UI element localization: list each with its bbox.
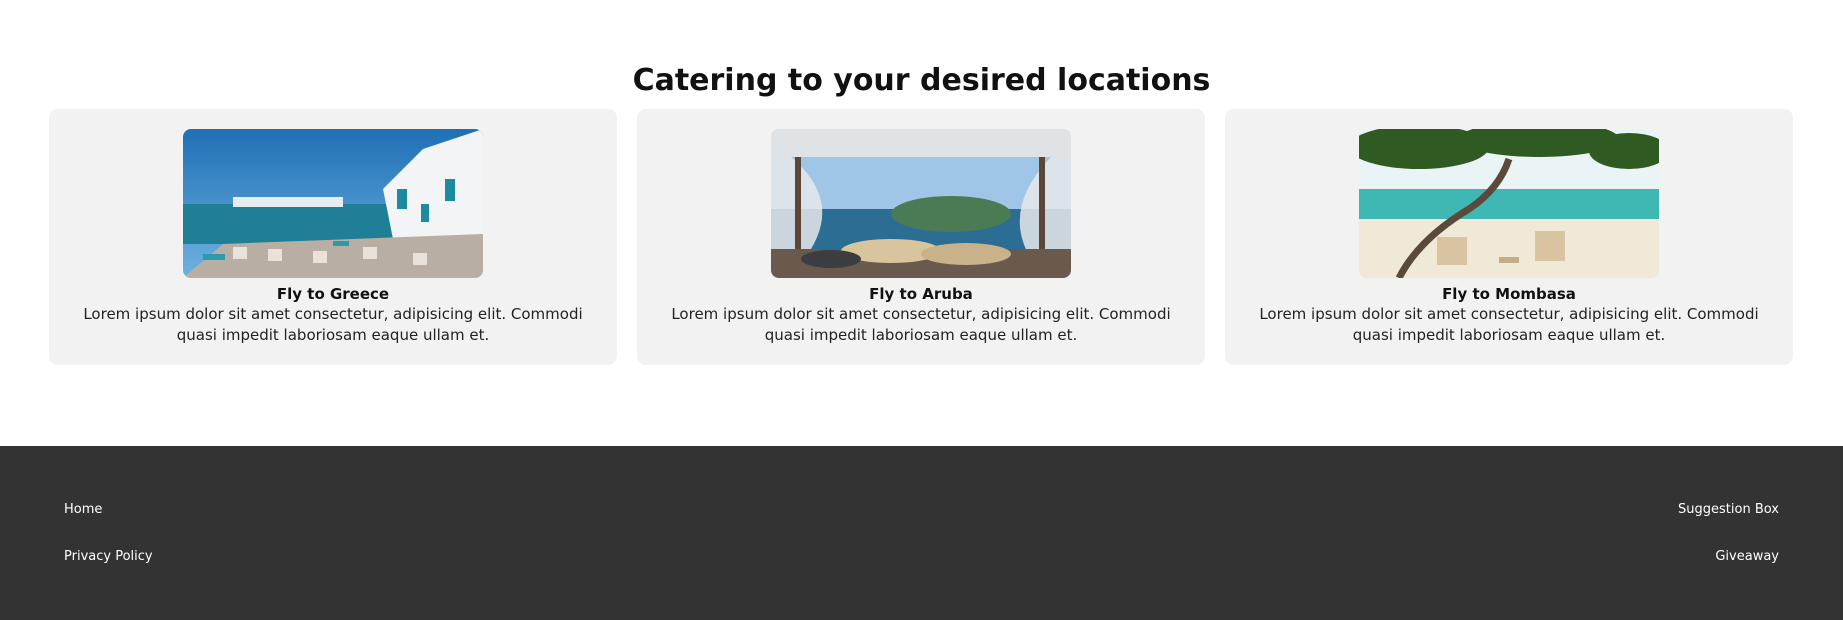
- footer-link-home[interactable]: Home: [64, 502, 102, 518]
- card-description: Lorem ipsum dolor sit amet consectetur, …: [83, 305, 583, 344]
- site-footer: Home Privacy Policy Suggestion Box Givea…: [0, 446, 1843, 620]
- footer-link-suggestion-box[interactable]: Suggestion Box: [1678, 502, 1779, 518]
- card-description: Lorem ipsum dolor sit amet consectetur, …: [1259, 305, 1759, 344]
- card-title: Fly to Mombasa: [1442, 285, 1576, 303]
- footer-link-giveaway[interactable]: Giveaway: [1715, 549, 1779, 565]
- destination-card-mombasa: Fly to Mombasa Lorem ipsum dolor sit ame…: [1225, 109, 1793, 365]
- greece-photo: [183, 129, 483, 278]
- mombasa-photo: [1359, 129, 1659, 278]
- card-title: Fly to Greece: [276, 285, 390, 303]
- card-description: Lorem ipsum dolor sit amet consectetur, …: [671, 305, 1171, 344]
- card-title: Fly to Aruba: [869, 285, 973, 303]
- destination-cards: Fly to Greece Lorem ipsum dolor sit amet…: [49, 109, 1794, 365]
- destination-card-aruba: Fly to Aruba Lorem ipsum dolor sit amet …: [637, 109, 1205, 365]
- aruba-photo: [771, 129, 1071, 278]
- footer-link-privacy-policy[interactable]: Privacy Policy: [64, 549, 153, 565]
- destination-card-greece: Fly to Greece Lorem ipsum dolor sit amet…: [49, 109, 617, 365]
- section-heading: Catering to your desired locations: [632, 63, 1211, 98]
